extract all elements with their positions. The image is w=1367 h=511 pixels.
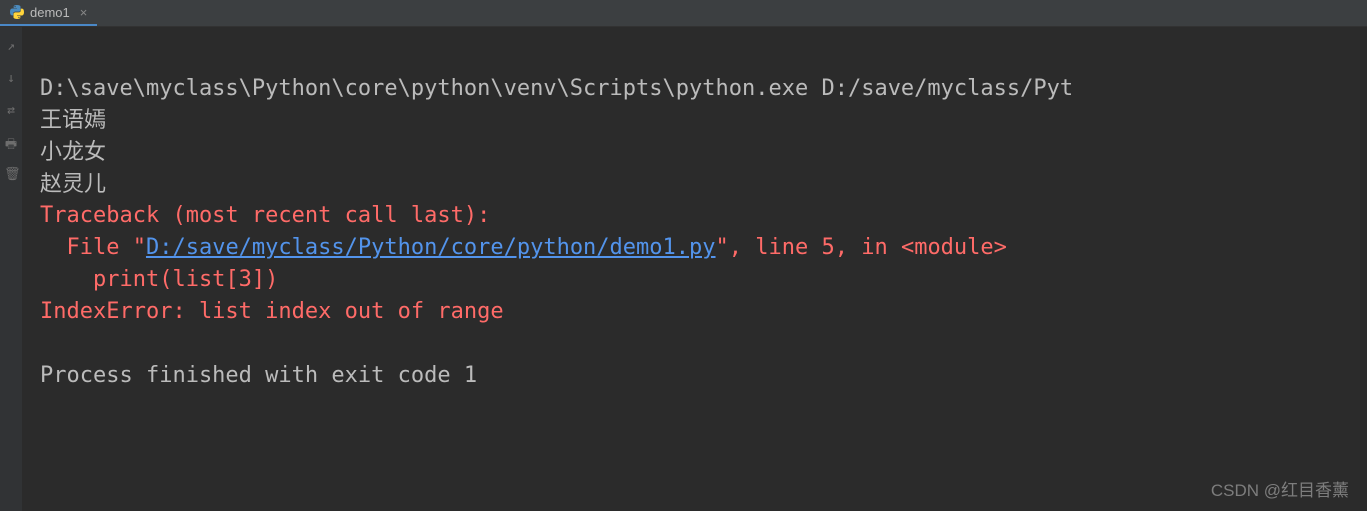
tab-bar: demo1 × [0, 0, 1367, 27]
wrap-icon[interactable]: ⇄ [4, 103, 18, 117]
watermark: CSDN @红目香薰 [1211, 476, 1349, 501]
console-output[interactable]: D:\save\myclass\Python\core\python\venv\… [28, 27, 1367, 511]
step-icon[interactable]: ↓ [4, 71, 18, 85]
arrow-icon[interactable]: ↗ [4, 39, 18, 53]
output-line-2: 小龙女 [40, 140, 106, 165]
traceback-header: Traceback (most recent call last): [40, 203, 490, 228]
file-link[interactable]: D:/save/myclass/Python/core/python/demo1… [146, 235, 716, 260]
python-icon [10, 5, 24, 19]
command-line: D:\save\myclass\Python\core\python\venv\… [40, 76, 1073, 101]
trash-icon[interactable]: 🗑 [4, 167, 18, 181]
code-line: print(list[3]) [40, 267, 278, 292]
tab-label: demo1 [30, 5, 70, 20]
print-icon[interactable]: 🖶 [4, 135, 18, 149]
close-icon[interactable]: × [80, 5, 88, 20]
file-line: File "D:/save/myclass/Python/core/python… [40, 235, 1007, 260]
exit-line: Process finished with exit code 1 [40, 363, 477, 388]
tab-demo1[interactable]: demo1 × [0, 0, 97, 26]
error-message: IndexError: list index out of range [40, 299, 504, 324]
output-line-1: 王语嫣 [40, 108, 106, 133]
gutter: ↗ ↓ ⇄ 🖶 🗑 [0, 27, 22, 511]
output-line-3: 赵灵儿 [40, 172, 106, 197]
